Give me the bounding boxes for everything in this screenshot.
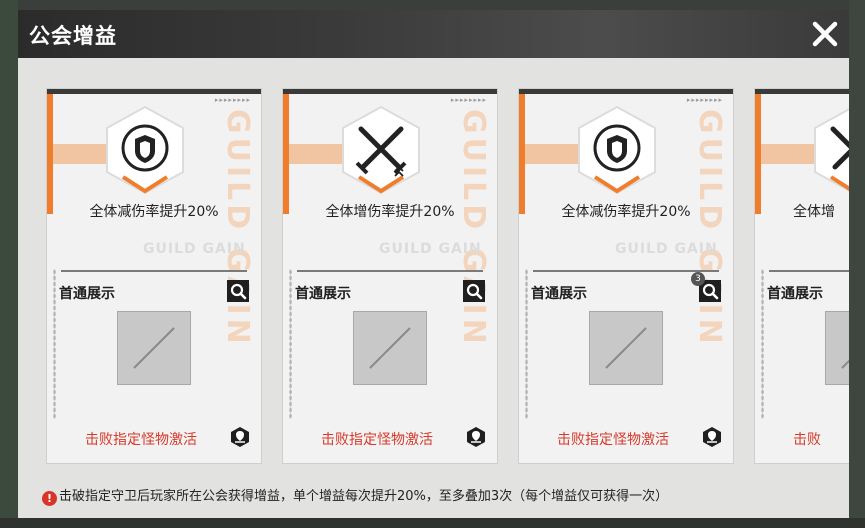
buff-card[interactable]: ▸▸▸▸▸▸▸▸ GUILD GAIN GUILD GAIN 全体增伤率提升20… — [282, 88, 498, 464]
first-clear-preview-placeholder — [825, 311, 849, 385]
card-dot-decoration — [761, 269, 764, 419]
card-watermark-vertical: GUILD GAIN — [456, 109, 491, 348]
notice-text: 击破指定守卫后玩家所在公会获得增益，单个增益每次提升20%，至多叠加3次（每个增… — [59, 489, 669, 504]
search-icon[interactable] — [463, 280, 485, 302]
crossed-swords-icon — [814, 108, 849, 192]
first-clear-label: 首通展示 — [295, 286, 351, 302]
search-icon[interactable] — [227, 280, 249, 302]
card-divider — [297, 270, 483, 272]
locate-monster-icon[interactable] — [465, 426, 487, 448]
activate-condition-text: 击败 — [793, 432, 821, 448]
buff-card[interactable]: ▸▸▸▸▸▸▸▸ GUILD GAIN GUILD GAIN 全体减伤率提升20… — [46, 88, 262, 464]
card-top-bar — [755, 89, 849, 94]
card-watermark-vertical: GUILD GAIN — [692, 109, 727, 348]
background-left — [0, 0, 18, 528]
shield-emblem-icon — [106, 105, 184, 195]
activate-condition-text: 击败指定怪物激活 — [85, 432, 197, 448]
crossed-swords-icon — [342, 105, 420, 195]
card-arrow-decoration: ▸▸▸▸▸▸▸▸ — [686, 96, 723, 104]
buff-effect-text: 全体增 — [793, 204, 835, 220]
buff-effect-text: 全体减伤率提升20% — [561, 204, 691, 220]
buff-effect-text: 全体减伤率提升20% — [89, 204, 219, 220]
card-dot-decoration — [53, 269, 56, 419]
card-arrow-decoration: ▸▸▸▸▸▸▸▸ — [450, 96, 487, 104]
dialog-title-bar: 公会增益 — [18, 10, 849, 58]
notification-badge: 3 — [691, 272, 705, 286]
first-clear-preview-placeholder — [589, 311, 663, 385]
card-watermark: GUILD GAIN — [379, 241, 482, 257]
background-right — [849, 0, 865, 528]
activate-condition-text: 击败指定怪物激活 — [321, 432, 433, 448]
card-watermark-vertical: GUILD GAIN — [220, 109, 255, 348]
card-arrow-decoration: ▸▸▸▸▸▸▸▸ — [214, 96, 251, 104]
buff-effect-text: 全体增伤率提升20% — [325, 204, 455, 220]
warning-icon: ! — [42, 491, 57, 506]
first-clear-label: 首通展示 — [767, 286, 823, 302]
card-top-bar — [283, 89, 497, 94]
background-bottom — [0, 518, 865, 528]
card-watermark: GUILD GAIN — [143, 241, 246, 257]
card-divider — [769, 270, 849, 272]
first-clear-label: 首通展示 — [531, 286, 587, 302]
locate-monster-icon[interactable] — [229, 426, 251, 448]
card-divider — [61, 270, 247, 272]
first-clear-label: 首通展示 — [59, 286, 115, 302]
card-dot-decoration — [525, 269, 528, 419]
guild-buff-dialog: 公会增益 ▸▸▸▸▸▸▸▸ GUILD GAIN GUILD GAIN 全体减伤… — [18, 10, 849, 518]
first-clear-preview-placeholder — [117, 311, 191, 385]
shield-emblem-icon — [578, 105, 656, 195]
card-top-bar — [47, 89, 261, 94]
buff-card[interactable]: 全体增 首通展示 击败 — [754, 88, 849, 464]
buff-card-list[interactable]: ▸▸▸▸▸▸▸▸ GUILD GAIN GUILD GAIN 全体减伤率提升20… — [18, 58, 849, 476]
buff-rules-notice: ! 击破指定守卫后玩家所在公会获得增益，单个增益每次提升20%，至多叠加3次（每个… — [42, 485, 668, 506]
card-dot-decoration — [289, 269, 292, 419]
close-icon[interactable] — [809, 18, 841, 50]
buff-card[interactable]: ▸▸▸▸▸▸▸▸ GUILD GAIN GUILD GAIN 全体减伤率提升20… — [518, 88, 734, 464]
first-clear-preview-placeholder — [353, 311, 427, 385]
activate-condition-text: 击败指定怪物激活 — [557, 432, 669, 448]
card-top-bar — [519, 89, 733, 94]
dialog-title: 公会增益 — [29, 24, 117, 48]
locate-monster-icon[interactable] — [701, 426, 723, 448]
card-divider — [533, 270, 719, 272]
card-watermark: GUILD GAIN — [615, 241, 718, 257]
